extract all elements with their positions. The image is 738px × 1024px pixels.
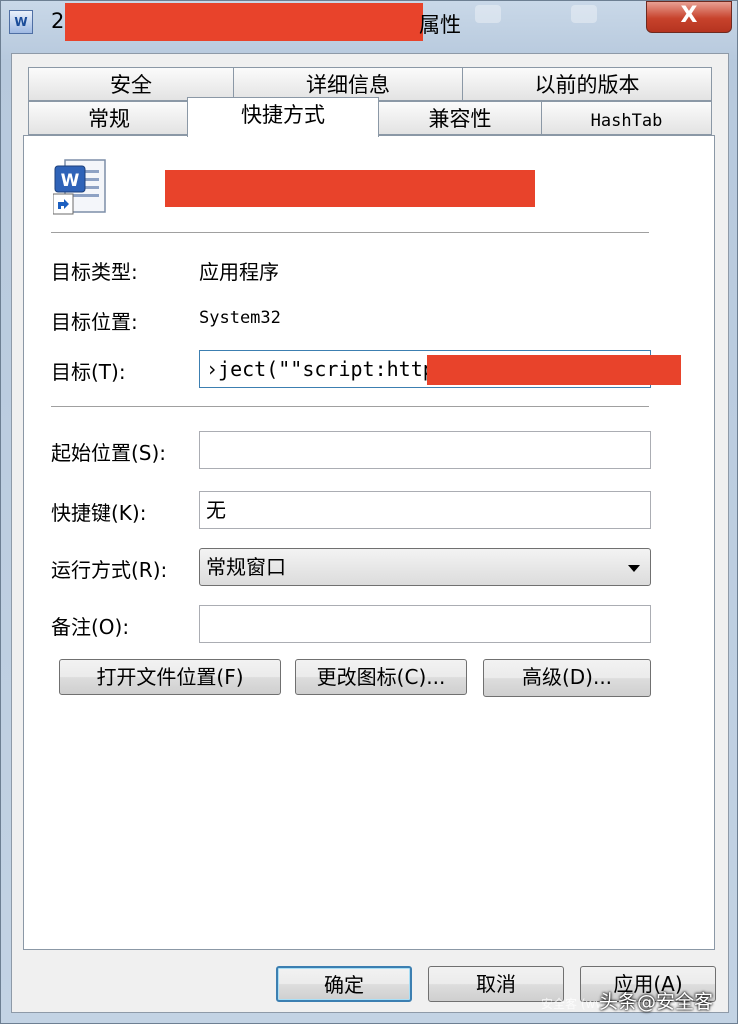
target-location-value: System32: [199, 308, 281, 328]
properties-window: W 2( 属性 X 安全 详细信息 以前的版本 常规 快捷方式 兼容性 Hash…: [0, 0, 738, 1024]
open-file-location-button[interactable]: 打开文件位置(F): [59, 659, 281, 695]
tab-hashtab-label: HashTab: [590, 111, 663, 131]
tab-shortcut[interactable]: 快捷方式: [187, 97, 379, 137]
target-input-value: ›ject(""script:https: [206, 357, 447, 381]
target-type-label: 目标类型:: [51, 260, 138, 284]
comment-label: 备注(O):: [51, 615, 130, 639]
svg-text:W: W: [61, 171, 80, 191]
watermark: 头条@安全客: [599, 991, 714, 1013]
tab-hashtab[interactable]: HashTab: [541, 101, 712, 135]
separator: [51, 406, 649, 408]
title-bar: W 2( 属性 X: [1, 1, 738, 43]
word-document-icon: W: [9, 10, 33, 34]
maximize-button[interactable]: [571, 5, 597, 23]
tab-security[interactable]: 安全: [28, 67, 234, 101]
tab-compatibility[interactable]: 兼容性: [378, 101, 542, 135]
close-button[interactable]: X: [646, 1, 732, 33]
advanced-button[interactable]: 高级(D)...: [483, 659, 651, 697]
run-select[interactable]: 常规窗口: [199, 548, 651, 586]
comment-input[interactable]: [199, 605, 651, 643]
target-location-label: 目标位置:: [51, 310, 138, 334]
target-label: 目标(T):: [51, 360, 126, 384]
word-document-icon: W: [53, 159, 106, 215]
redacted-filename: [65, 3, 423, 41]
target-type-value: 应用程序: [199, 260, 279, 284]
start-in-label: 起始位置(S):: [51, 441, 167, 465]
chevron-down-icon: [628, 565, 640, 572]
start-in-input[interactable]: [199, 431, 651, 469]
ok-button[interactable]: 确定: [276, 966, 412, 1002]
separator: [51, 232, 649, 234]
tab-general[interactable]: 常规: [28, 101, 190, 135]
shortcut-key-input[interactable]: 无: [199, 491, 651, 529]
run-label: 运行方式(R):: [51, 558, 168, 582]
minimize-button[interactable]: [475, 5, 501, 23]
change-icon-button[interactable]: 更改图标(C)...: [295, 659, 467, 695]
tab-details[interactable]: 详细信息: [233, 67, 463, 101]
redacted-shortcut-name: [165, 170, 535, 207]
window-title-suffix: 属性: [419, 13, 461, 37]
tab-previous-versions[interactable]: 以前的版本: [462, 67, 712, 101]
run-select-value: 常规窗口: [206, 555, 286, 579]
shortcut-key-label: 快捷键(K):: [51, 501, 147, 525]
redacted-target-url: [427, 355, 681, 385]
